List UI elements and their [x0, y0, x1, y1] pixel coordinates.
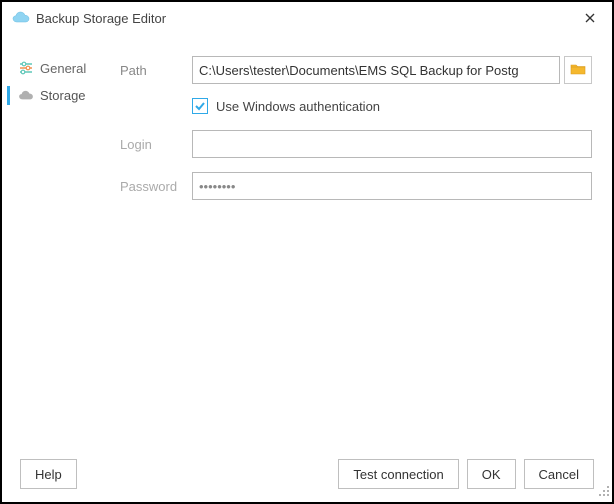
- sidebar-item-label: Storage: [40, 88, 86, 103]
- password-row: Password: [120, 172, 592, 200]
- sliders-icon: [18, 60, 34, 76]
- window-title: Backup Storage Editor: [36, 11, 578, 26]
- windows-auth-label: Use Windows authentication: [216, 99, 380, 114]
- content-area: General Storage Path: [2, 34, 612, 446]
- sidebar-item-general[interactable]: General: [2, 54, 112, 82]
- folder-icon: [570, 62, 586, 79]
- password-input[interactable]: [192, 172, 592, 200]
- path-label: Path: [120, 63, 192, 78]
- login-input[interactable]: [192, 130, 592, 158]
- test-connection-button[interactable]: Test connection: [338, 459, 458, 489]
- login-label: Login: [120, 137, 192, 152]
- password-label: Password: [120, 179, 192, 194]
- titlebar: Backup Storage Editor: [2, 2, 612, 34]
- cancel-button[interactable]: Cancel: [524, 459, 594, 489]
- cloud-icon: [18, 90, 34, 102]
- help-button[interactable]: Help: [20, 459, 77, 489]
- cloud-icon: [12, 11, 30, 25]
- sidebar-item-storage[interactable]: Storage: [2, 82, 112, 109]
- resize-grip-icon[interactable]: [598, 485, 610, 500]
- login-row: Login: [120, 130, 592, 158]
- path-input[interactable]: [192, 56, 560, 84]
- button-bar: Help Test connection OK Cancel: [2, 446, 612, 502]
- path-row: Path: [120, 56, 592, 84]
- windows-auth-row: Use Windows authentication: [192, 98, 592, 114]
- windows-auth-checkbox[interactable]: [192, 98, 208, 114]
- close-button[interactable]: [578, 6, 602, 30]
- browse-button[interactable]: [564, 56, 592, 84]
- ok-button[interactable]: OK: [467, 459, 516, 489]
- dialog-window: Backup Storage Editor: [0, 0, 614, 504]
- sidebar-item-label: General: [40, 61, 86, 76]
- sidebar: General Storage: [2, 42, 112, 446]
- form-area: Path Use Windows au: [112, 42, 612, 446]
